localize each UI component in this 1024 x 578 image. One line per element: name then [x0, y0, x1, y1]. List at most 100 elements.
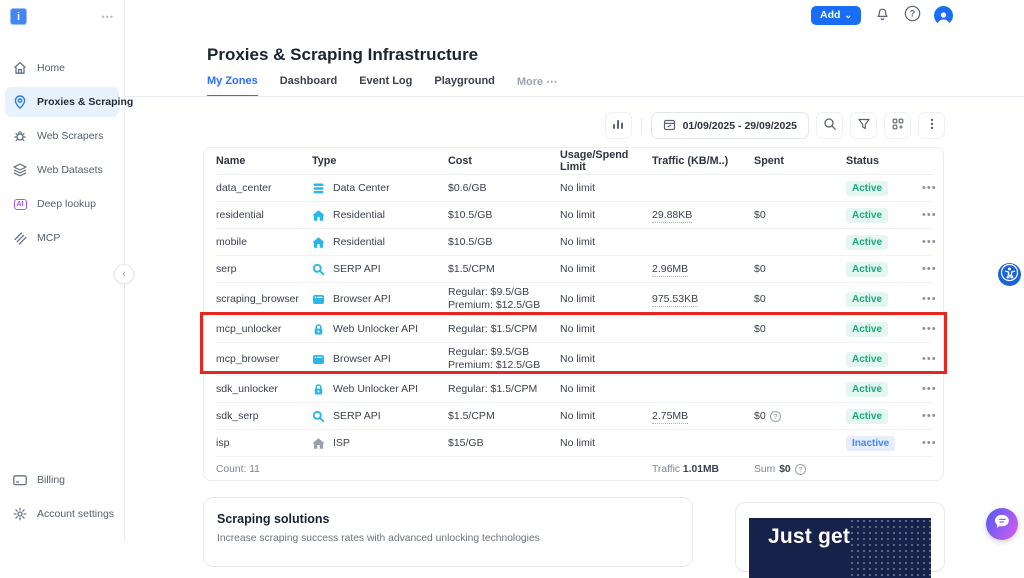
table-row-mcp-browser[interactable]: mcp_browser Browser API Regular: $9.5/GB Pr… — [216, 343, 936, 376]
sidebar-item-label: Account settings — [37, 508, 115, 520]
help-button[interactable]: ? — [904, 5, 921, 25]
deep-lookup-icon: AI — [12, 196, 28, 212]
mcp-icon — [12, 230, 28, 246]
zone-type: Web Unlocker API — [312, 383, 448, 396]
zone-cost: Regular: $9.5/GB Premium: $12.5/GB — [448, 346, 541, 371]
row-actions-button[interactable]: ••• — [922, 182, 937, 194]
user-avatar[interactable] — [934, 5, 953, 25]
table-more-button[interactable] — [918, 112, 945, 139]
zone-cost: Regular: $1.5/CPM — [448, 382, 538, 395]
table-row-scraping-browser[interactable]: scraping_browser Browser API Regular: $9.5… — [216, 283, 936, 316]
notifications-button[interactable] — [874, 5, 891, 25]
zone-cost: $1.5/CPM — [448, 409, 495, 422]
statistics-chart-button[interactable] — [604, 112, 632, 139]
status-badge: Active — [846, 321, 889, 337]
solutions-card-subtitle: Increase scraping success rates with adv… — [217, 533, 540, 544]
row-actions-button[interactable]: ••• — [922, 410, 937, 422]
status-badge: Active — [846, 408, 889, 424]
table-row-sdk-unlocker[interactable]: sdk_unlocker Web Unlocker API Regular: $1.… — [216, 376, 936, 403]
table-row-mcp-unlocker[interactable]: mcp_unlocker Web Unlocker API Regular: $1.… — [216, 316, 936, 343]
table-row-data-center[interactable]: data_center Data Center $0.6/GB No limit Act… — [216, 175, 936, 202]
sidebar-menu-dots-icon[interactable]: ••• — [102, 12, 114, 22]
customize-columns-button[interactable] — [884, 112, 911, 139]
column-header-traffic-kb-m: Traffic (KB/M..) — [652, 155, 729, 167]
columns-grid-icon — [891, 117, 905, 134]
lock-type-icon — [312, 383, 325, 396]
status-badge: Active — [846, 207, 889, 223]
accessibility-person-icon — [1000, 263, 1019, 287]
sidebar-item-web-datasets[interactable]: Web Datasets — [5, 155, 119, 185]
zone-traffic-link[interactable]: 2.75MB — [652, 410, 689, 424]
tab-more[interactable]: More ⋯ — [517, 75, 557, 97]
zone-cost: Regular: $1.5/CPM — [448, 322, 538, 335]
tab-playground[interactable]: Playground — [434, 75, 495, 97]
sidebar-item-web-scrapers[interactable]: Web Scrapers — [5, 121, 119, 151]
sidebar-item-billing[interactable]: Billing — [5, 465, 119, 495]
sidebar-item-mcp[interactable]: MCP — [5, 223, 119, 253]
zone-name: serp — [216, 263, 237, 275]
zone-name: sdk_unlocker — [216, 383, 278, 395]
zone-limit: No limit — [560, 209, 596, 221]
zone-spent: $0 — [754, 323, 766, 335]
add-button[interactable]: Add ⌄ — [811, 5, 861, 25]
zone-name: residential — [216, 209, 264, 221]
zone-type: Browser API — [312, 353, 448, 366]
zone-status: Active — [846, 207, 922, 223]
sidebar-item-home[interactable]: Home — [5, 53, 119, 83]
row-actions-button[interactable]: ••• — [922, 323, 937, 335]
column-header-cost: Cost — [448, 155, 472, 167]
promo-banner-card[interactable]: Just get — [735, 502, 945, 578]
sidebar-item-label: Proxies & Scraping — [37, 96, 134, 108]
row-actions-button[interactable]: ••• — [922, 353, 937, 365]
row-actions-button[interactable]: ••• — [922, 236, 937, 248]
zone-status: Active — [846, 234, 922, 250]
row-actions-button[interactable]: ••• — [922, 383, 937, 395]
column-header-usage-spend-limit: Usage/Spend Limit — [560, 149, 629, 173]
house-type-icon — [312, 236, 325, 249]
zone-traffic-link[interactable]: 29.88KB — [652, 209, 693, 223]
table-row-sdk-serp[interactable]: sdk_serp SERP API $1.5/CPM No limit 2.75MB $0… — [216, 403, 936, 430]
sidebar-item-account-settings[interactable]: Account settings — [5, 499, 119, 529]
search-button[interactable] — [816, 112, 843, 139]
table-row-residential[interactable]: residential Residential $10.5/GB No limit 29… — [216, 202, 936, 229]
zone-traffic: 2.96MB — [652, 263, 754, 277]
row-actions-button[interactable]: ••• — [922, 263, 937, 275]
app-logo[interactable]: i — [10, 8, 27, 25]
table-row-serp[interactable]: serp SERP API $1.5/CPM No limit 2.96MB $0 Acti… — [216, 256, 936, 283]
zone-type: Web Unlocker API — [312, 323, 448, 336]
sidebar-item-proxies-scraping[interactable]: Proxies & Scraping — [5, 87, 133, 117]
date-range-picker[interactable]: 01/09/2025 - 29/09/2025 — [650, 112, 809, 139]
zone-type-label: ISP — [333, 437, 350, 449]
zone-status: Active — [846, 381, 922, 397]
table-toolbar: 01/09/2025 - 29/09/2025 — [604, 112, 945, 139]
serp-type-icon — [312, 410, 325, 423]
zone-traffic-link[interactable]: 975.53KB — [652, 293, 699, 307]
zone-limit: No limit — [560, 437, 596, 449]
chat-widget-button[interactable] — [986, 508, 1018, 540]
traffic-total: Traffic 1.01MB — [652, 464, 719, 475]
accessibility-widget-button[interactable] — [998, 263, 1021, 286]
filter-button[interactable] — [850, 112, 877, 139]
scraping-solutions-card[interactable]: Scraping solutions Increase scraping suc… — [203, 497, 693, 567]
status-badge: Inactive — [846, 435, 896, 451]
row-actions-button[interactable]: ••• — [922, 437, 937, 449]
table-row-mobile[interactable]: mobile Residential $10.5/GB No limit Active •… — [216, 229, 936, 256]
zone-type-label: Web Unlocker API — [333, 323, 419, 335]
status-badge: Active — [846, 381, 889, 397]
tab-my-zones[interactable]: My Zones — [207, 75, 258, 97]
zone-traffic-link[interactable]: 2.96MB — [652, 263, 689, 277]
lock-type-icon — [312, 323, 325, 336]
tab-event-log[interactable]: Event Log — [359, 75, 412, 97]
table-header-row: Name Type Cost Usage/Spend Limit Traffic (KB… — [216, 148, 933, 175]
sidebar-item-deep-lookup[interactable]: AI Deep lookup — [5, 189, 119, 219]
row-actions-button[interactable]: ••• — [922, 293, 937, 305]
row-actions-button[interactable]: ••• — [922, 209, 937, 221]
tab-dashboard[interactable]: Dashboard — [280, 75, 337, 97]
zone-name: mcp_browser — [216, 353, 280, 365]
zone-name: data_center — [216, 182, 272, 194]
table-row-isp[interactable]: isp ISP $15/GB No limit Inactive ••• — [216, 430, 936, 457]
sidebar-collapse-button[interactable]: ‹ — [114, 264, 134, 284]
spent-help-icon[interactable]: ? — [769, 410, 781, 422]
kebab-vertical-icon — [925, 117, 939, 134]
sum-help-icon[interactable]: ? — [794, 464, 806, 475]
